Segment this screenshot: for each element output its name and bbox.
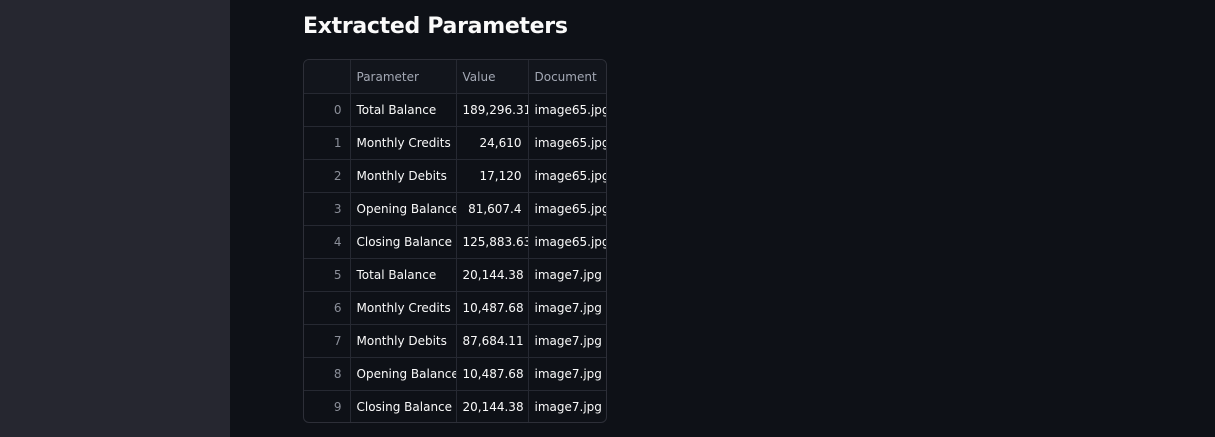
row-index-cell: 8 bbox=[304, 357, 351, 391]
row-index-cell: 7 bbox=[304, 324, 351, 358]
parameter-cell[interactable]: Total Balance bbox=[350, 93, 457, 127]
value-cell[interactable]: 81,607.4 bbox=[456, 192, 529, 226]
parameters-table[interactable]: Parameter Value Document 0 Total Balance… bbox=[303, 59, 607, 423]
row-index-cell: 2 bbox=[304, 159, 351, 193]
document-cell[interactable]: image7.jpg bbox=[528, 390, 606, 422]
row-index-cell: 0 bbox=[304, 93, 351, 127]
value-cell[interactable]: 87,684.11 bbox=[456, 324, 529, 358]
parameter-cell[interactable]: Opening Balance bbox=[350, 357, 457, 391]
value-cell[interactable]: 20,144.38 bbox=[456, 258, 529, 292]
row-index-cell: 4 bbox=[304, 225, 351, 259]
document-cell[interactable]: image7.jpg bbox=[528, 291, 606, 325]
table-row: 8 Opening Balance 10,487.68 image7.jpg bbox=[304, 357, 606, 391]
page-title: Extracted Parameters bbox=[303, 14, 568, 39]
value-cell[interactable]: 10,487.68 bbox=[456, 357, 529, 391]
parameter-cell[interactable]: Monthly Credits bbox=[350, 126, 457, 160]
parameter-cell[interactable]: Total Balance bbox=[350, 258, 457, 292]
document-cell[interactable]: image65.jpg bbox=[528, 93, 606, 127]
sidebar bbox=[0, 0, 230, 437]
value-cell[interactable]: 20,144.38 bbox=[456, 390, 529, 422]
column-header-index[interactable] bbox=[304, 60, 351, 94]
row-index-cell: 9 bbox=[304, 390, 351, 422]
document-cell[interactable]: image7.jpg bbox=[528, 258, 606, 292]
table-row: 9 Closing Balance 20,144.38 image7.jpg bbox=[304, 390, 606, 422]
document-cell[interactable]: image7.jpg bbox=[528, 357, 606, 391]
row-index-cell: 6 bbox=[304, 291, 351, 325]
parameter-cell[interactable]: Monthly Credits bbox=[350, 291, 457, 325]
data-grid: Parameter Value Document 0 Total Balance… bbox=[304, 60, 606, 422]
table-row: 3 Opening Balance 81,607.4 image65.jpg bbox=[304, 192, 606, 226]
document-cell[interactable]: image65.jpg bbox=[528, 126, 606, 160]
table-row: 1 Monthly Credits 24,610 image65.jpg bbox=[304, 126, 606, 160]
parameter-cell[interactable]: Opening Balance bbox=[350, 192, 457, 226]
parameter-cell[interactable]: Closing Balance bbox=[350, 390, 457, 422]
document-cell[interactable]: image65.jpg bbox=[528, 192, 606, 226]
row-index-cell: 3 bbox=[304, 192, 351, 226]
document-cell[interactable]: image7.jpg bbox=[528, 324, 606, 358]
document-cell[interactable]: image65.jpg bbox=[528, 225, 606, 259]
column-header-document[interactable]: Document bbox=[528, 60, 606, 94]
parameter-cell[interactable]: Monthly Debits bbox=[350, 159, 457, 193]
value-cell[interactable]: 10,487.68 bbox=[456, 291, 529, 325]
value-cell[interactable]: 125,883.63 bbox=[456, 225, 529, 259]
main-content: Extracted Parameters Parameter Value Doc… bbox=[230, 0, 1215, 437]
table-row: 4 Closing Balance 125,883.63 image65.jpg bbox=[304, 225, 606, 259]
value-cell[interactable]: 189,296.31 bbox=[456, 93, 529, 127]
value-cell[interactable]: 17,120 bbox=[456, 159, 529, 193]
app-window: Extracted Parameters Parameter Value Doc… bbox=[0, 0, 1215, 437]
table-row: 6 Monthly Credits 10,487.68 image7.jpg bbox=[304, 291, 606, 325]
table-row: 7 Monthly Debits 87,684.11 image7.jpg bbox=[304, 324, 606, 358]
table-row: 0 Total Balance 189,296.31 image65.jpg bbox=[304, 93, 606, 127]
row-index-cell: 1 bbox=[304, 126, 351, 160]
table-header-row: Parameter Value Document bbox=[304, 60, 606, 94]
row-index-cell: 5 bbox=[304, 258, 351, 292]
column-header-parameter[interactable]: Parameter bbox=[350, 60, 457, 94]
table-row: 5 Total Balance 20,144.38 image7.jpg bbox=[304, 258, 606, 292]
table-row: 2 Monthly Debits 17,120 image65.jpg bbox=[304, 159, 606, 193]
document-cell[interactable]: image65.jpg bbox=[528, 159, 606, 193]
parameter-cell[interactable]: Monthly Debits bbox=[350, 324, 457, 358]
column-header-value[interactable]: Value bbox=[456, 60, 529, 94]
parameter-cell[interactable]: Closing Balance bbox=[350, 225, 457, 259]
value-cell[interactable]: 24,610 bbox=[456, 126, 529, 160]
